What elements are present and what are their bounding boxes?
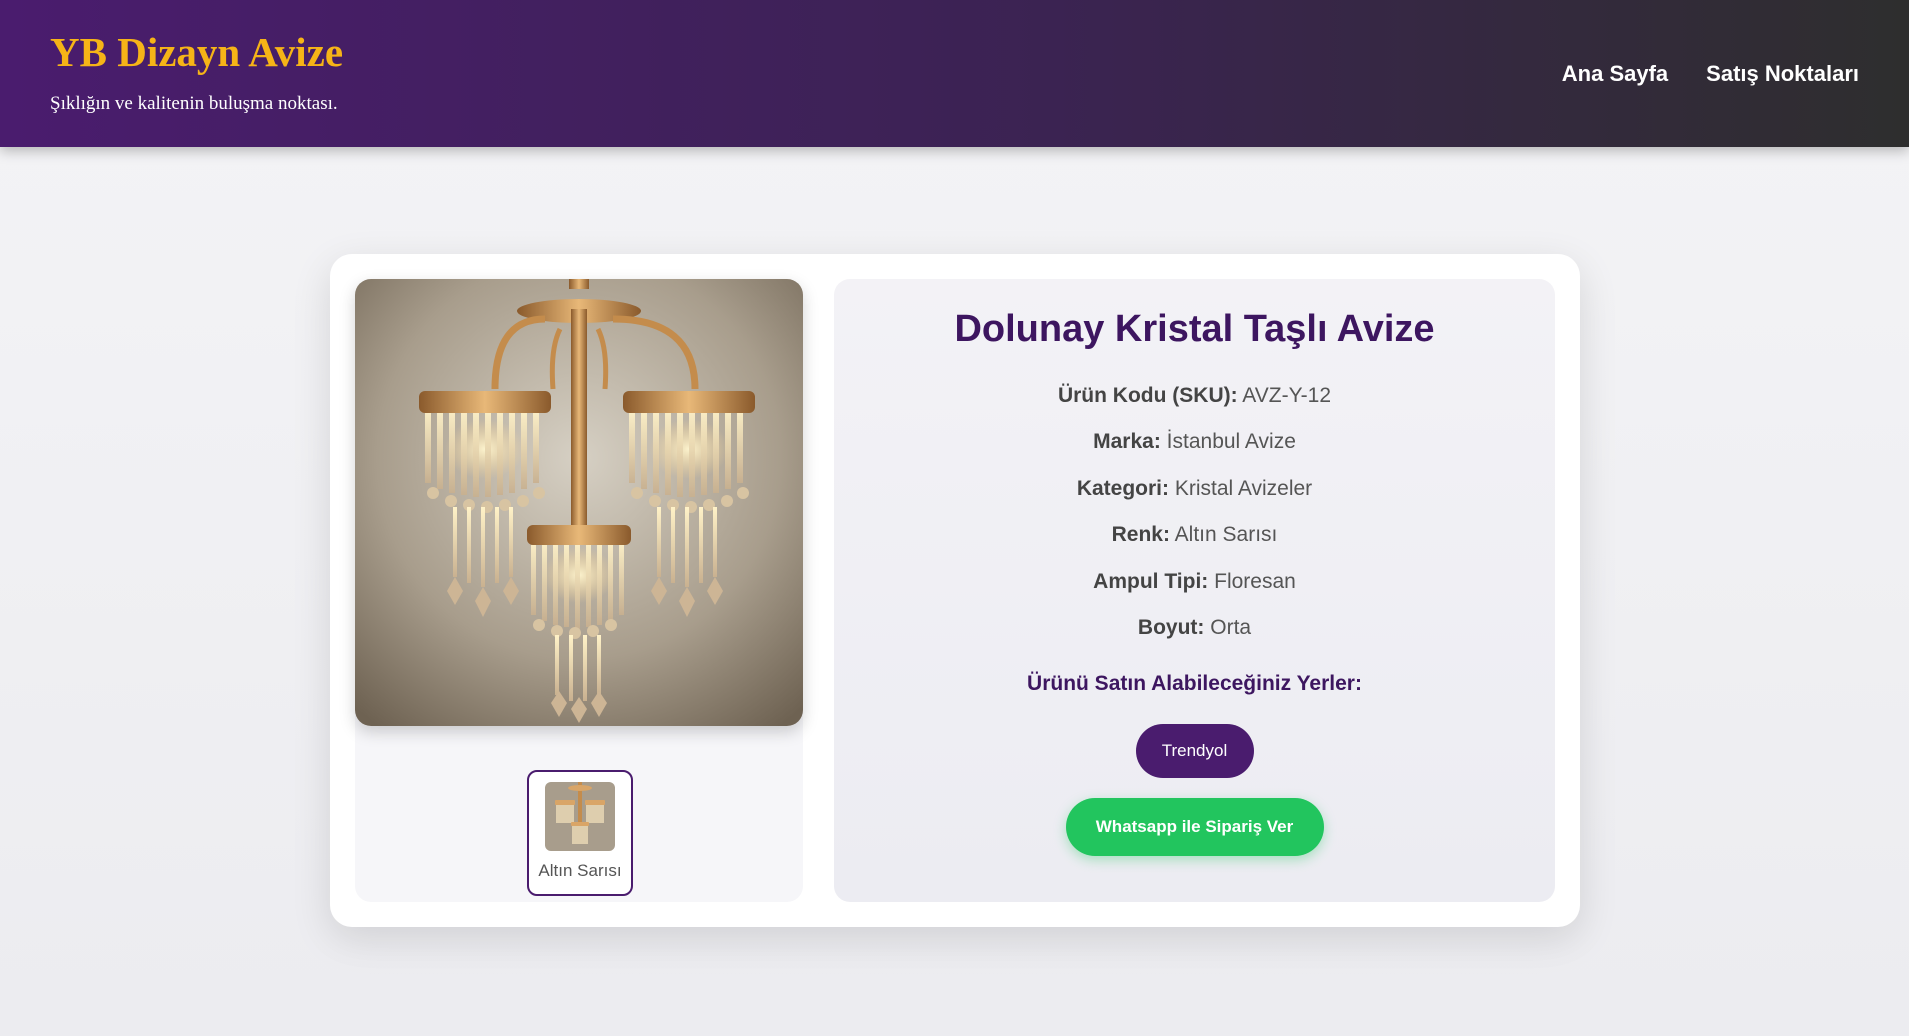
brand-title[interactable]: YB Dizayn Avize — [50, 32, 343, 73]
spec-brand: Marka: İstanbul Avize — [834, 419, 1555, 466]
spec-bulb-type: Ampul Tipi: Floresan — [834, 559, 1555, 606]
product-main-image[interactable] — [355, 279, 803, 726]
variant-thumbnail[interactable]: Altın Sarısı — [527, 770, 633, 896]
spec-sku: Ürün Kodu (SKU): AVZ-Y-12 — [834, 373, 1555, 420]
spec-key: Ampul Tipi: — [1093, 569, 1209, 593]
chandelier-image — [355, 279, 803, 726]
spec-key: Ürün Kodu (SKU): — [1057, 383, 1238, 407]
spec-size: Boyut: Orta — [834, 605, 1555, 652]
brand-block: YB Dizayn Avize Şıklığın ve kalitenin bu… — [50, 32, 343, 115]
product-card: Altın Sarısı Dolunay Kristal Taşlı Avize… — [330, 254, 1580, 927]
spec-key: Boyut: — [1137, 616, 1205, 640]
main-nav: Ana Sayfa Satış Noktaları — [1562, 61, 1859, 87]
spec-color: Renk: Altın Sarısı — [834, 512, 1555, 559]
site-header: YB Dizayn Avize Şıklığın ve kalitenin bu… — [0, 0, 1909, 147]
spec-value: Floresan — [1214, 569, 1296, 593]
spec-value: Kristal Avizeler — [1174, 476, 1313, 500]
nav-sales-points[interactable]: Satış Noktaları — [1706, 61, 1859, 87]
variant-thumbnail-image — [545, 782, 615, 851]
spec-key: Marka: — [1093, 430, 1161, 454]
spec-key: Kategori: — [1076, 476, 1169, 500]
variant-label: Altın Sarısı — [538, 861, 622, 880]
whatsapp-order-button[interactable]: Whatsapp ile Sipariş Ver — [1065, 797, 1324, 856]
where-to-buy-title: Ürünü Satın Alabileceğiniz Yerler: — [1027, 671, 1362, 695]
trendyol-button[interactable]: Trendyol — [1135, 723, 1254, 778]
spec-value: Altın Sarısı — [1174, 523, 1278, 547]
spec-category: Kategori: Kristal Avizeler — [834, 466, 1555, 513]
spec-key: Renk: — [1111, 523, 1170, 547]
spec-value: AVZ-Y-12 — [1242, 383, 1332, 407]
product-title: Dolunay Kristal Taşlı Avize — [954, 308, 1435, 350]
product-info-panel: Dolunay Kristal Taşlı Avize Ürün Kodu (S… — [834, 279, 1555, 902]
spec-value: Orta — [1210, 616, 1252, 640]
product-specs: Ürün Kodu (SKU): AVZ-Y-12 Marka: İstanbu… — [834, 373, 1555, 652]
brand-tagline: Şıklığın ve kalitenin buluşma noktası. — [50, 93, 338, 114]
nav-home[interactable]: Ana Sayfa — [1562, 61, 1668, 87]
spec-value: İstanbul Avize — [1166, 430, 1296, 454]
product-gallery: Altın Sarısı — [355, 279, 803, 902]
